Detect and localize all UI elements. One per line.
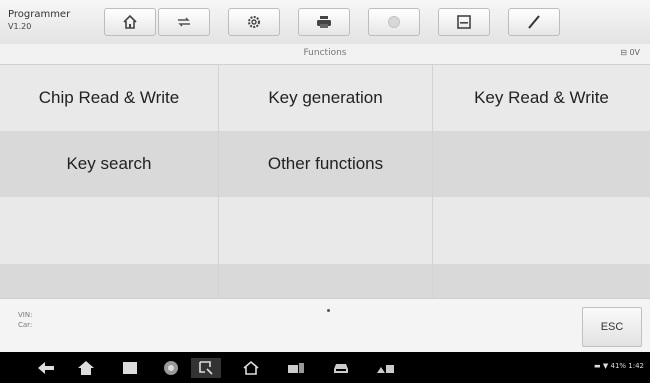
recent-apps-icon[interactable] — [120, 358, 140, 378]
grid-row — [0, 197, 650, 264]
function-other-functions[interactable]: Other functions — [219, 131, 433, 197]
function-empty — [433, 131, 650, 197]
car-icon[interactable] — [331, 358, 351, 378]
vci-icon[interactable] — [286, 358, 306, 378]
vehicle-swap-icon — [178, 17, 190, 27]
grid-row: Key search Other functions — [0, 131, 650, 197]
vin-label: VIN: — [18, 311, 33, 319]
notification-icon: ▬ — [594, 362, 601, 370]
function-grid: Chip Read & Write Key generation Key Rea… — [0, 65, 650, 298]
help-button[interactable] — [368, 8, 420, 36]
battery-icon: ⊟ — [620, 48, 627, 57]
function-key-read-write[interactable]: Key Read & Write — [433, 65, 650, 131]
function-header: Functions ⊟ 0V — [0, 44, 650, 65]
browser-icon[interactable] — [161, 358, 181, 378]
save-button[interactable] — [438, 8, 490, 36]
maxisys-home-icon[interactable] — [241, 358, 261, 378]
function-empty — [219, 264, 433, 298]
function-empty — [433, 264, 650, 298]
print-button[interactable] — [298, 8, 350, 36]
screenshot-icon[interactable] — [191, 358, 221, 378]
pen-button[interactable] — [508, 8, 560, 36]
function-empty — [0, 197, 219, 264]
status-text: 41% 1:42 — [610, 362, 644, 370]
app-name: Programmer — [8, 9, 71, 20]
function-key-search[interactable]: Key search — [0, 131, 219, 197]
home-button[interactable] — [104, 8, 156, 36]
help-icon — [388, 16, 400, 28]
settings-button[interactable] — [228, 8, 280, 36]
shop-icon[interactable] — [376, 358, 396, 378]
app-title: Programmer V1.20 — [8, 9, 70, 33]
function-chip-read-write[interactable]: Chip Read & Write — [0, 65, 219, 131]
print-icon — [317, 16, 331, 28]
back-icon[interactable] — [36, 358, 56, 378]
page-title: Functions — [303, 48, 347, 58]
pen-icon — [528, 15, 540, 29]
system-navbar: ▬ ▼ 41% 1:42 — [0, 352, 650, 383]
function-empty — [433, 197, 650, 264]
save-icon — [457, 15, 471, 29]
battery-indicator: ⊟ 0V — [620, 48, 640, 57]
home-icon[interactable] — [76, 358, 96, 378]
function-empty — [219, 197, 433, 264]
wifi-icon: ▼ — [602, 362, 609, 370]
battery-voltage: 0V — [629, 48, 640, 57]
settings-gear-icon — [248, 16, 260, 28]
function-key-generation[interactable]: Key generation — [219, 65, 433, 131]
grid-row — [0, 264, 650, 298]
esc-button[interactable]: ESC — [582, 307, 642, 347]
vehicle-swap-button[interactable] — [158, 8, 210, 36]
function-empty — [0, 264, 219, 298]
car-label: Car: — [18, 321, 33, 329]
info-footer: VIN: Car: ESC — [0, 298, 650, 353]
page-indicator-dot — [327, 309, 330, 312]
vehicle-info: VIN: Car: — [18, 310, 32, 330]
home-icon — [123, 14, 137, 29]
top-toolbar: Programmer V1.20 — [0, 0, 650, 45]
app-version: V1.20 — [8, 22, 32, 31]
grid-row: Chip Read & Write Key generation Key Rea… — [0, 65, 650, 131]
status-bar: ▬ ▼ 41% 1:42 — [594, 362, 644, 370]
